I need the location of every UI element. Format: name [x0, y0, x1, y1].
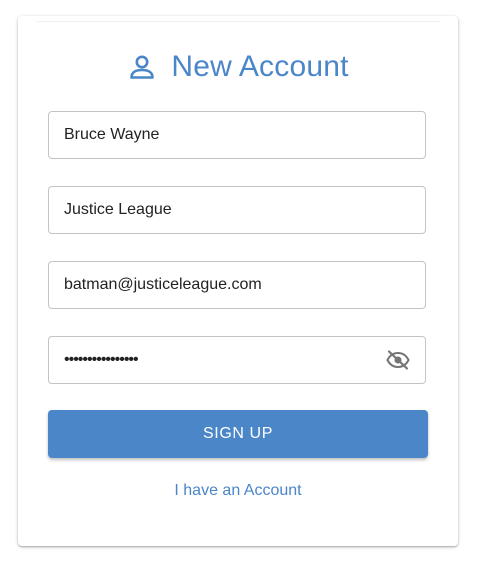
signup-card: New Account SIGN UP I have an Account — [18, 16, 458, 546]
name-input[interactable] — [64, 126, 410, 144]
email-input[interactable] — [64, 276, 410, 294]
team-field[interactable] — [48, 186, 426, 234]
sign-up-button[interactable]: SIGN UP — [48, 410, 428, 458]
password-input[interactable] — [64, 351, 380, 369]
person-icon — [127, 52, 157, 82]
name-field[interactable] — [48, 111, 426, 159]
page-title: New Account — [171, 50, 349, 83]
email-field[interactable] — [48, 261, 426, 309]
form-header: New Account — [18, 47, 458, 87]
card-divider — [36, 21, 440, 22]
have-account-link[interactable]: I have an Account — [18, 482, 458, 500]
team-input[interactable] — [64, 201, 410, 219]
eye-off-icon[interactable] — [386, 347, 410, 373]
password-field[interactable] — [48, 336, 426, 384]
